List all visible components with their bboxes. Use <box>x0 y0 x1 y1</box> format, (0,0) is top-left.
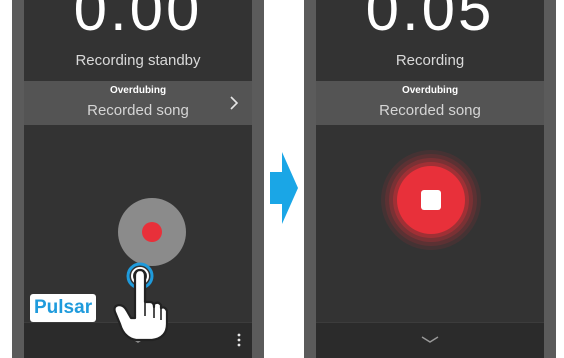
phone-frame-recording: 0.05 Recording Overdubing Recorded song <box>304 0 556 358</box>
bottom-bar <box>316 322 544 358</box>
elapsed-time: 0.00 <box>73 0 203 43</box>
elapsed-time: 0.05 <box>365 0 495 43</box>
recorder-screen-recording: 0.05 Recording Overdubing Recorded song <box>316 0 544 358</box>
chevron-right-icon <box>230 96 239 110</box>
song-name: Recorded song <box>87 102 189 119</box>
kebab-menu-icon[interactable] <box>236 332 242 348</box>
stop-icon <box>421 190 441 210</box>
stop-button[interactable] <box>380 149 482 251</box>
song-name: Recorded song <box>379 102 481 119</box>
chevron-down-icon[interactable] <box>420 335 440 345</box>
overdub-song-info: Overdubing Recorded song <box>316 81 544 125</box>
record-button[interactable] <box>118 198 186 266</box>
recording-status: Recording standby <box>75 52 201 69</box>
record-icon <box>142 222 162 242</box>
overdub-title: Overdubing <box>109 85 167 96</box>
overdub-song-selector[interactable]: Overdubing Recorded song <box>24 81 252 125</box>
hand-tap-icon <box>113 262 168 342</box>
overdub-title: Overdubing <box>401 85 459 96</box>
arrow-right-icon <box>270 152 298 224</box>
recording-status: Recording <box>395 52 465 69</box>
tap-callout-label: Pulsar <box>30 294 97 322</box>
